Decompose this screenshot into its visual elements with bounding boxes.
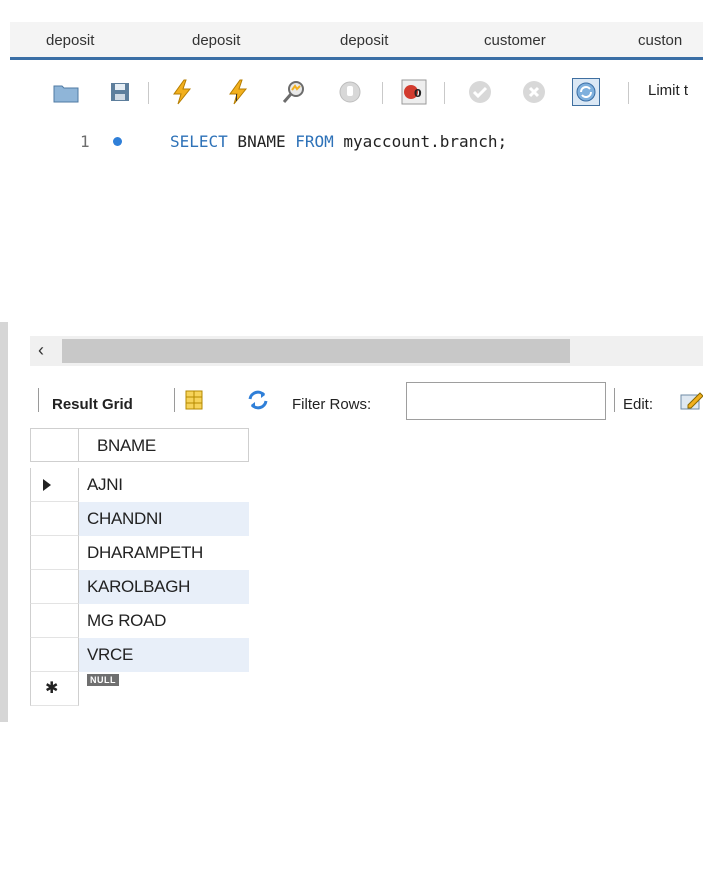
row-indicator[interactable]: [30, 502, 79, 536]
autocommit-icon[interactable]: [572, 78, 600, 106]
statement-marker-icon: [113, 137, 122, 146]
table-cell[interactable]: AJNI: [79, 468, 249, 502]
sql-toolbar: I 0 Limit t: [10, 62, 703, 120]
filter-rows-input[interactable]: [406, 382, 606, 420]
tab-deposit-1[interactable]: deposit: [46, 32, 94, 49]
edit-label: Edit:: [623, 396, 654, 413]
row-indicator[interactable]: [30, 638, 79, 672]
table-row[interactable]: VRCE: [30, 638, 250, 672]
toolbar-separator: [38, 388, 39, 412]
table-cell[interactable]: VRCE: [79, 638, 249, 672]
line-number: 1: [80, 132, 90, 151]
table-cell[interactable]: CHANDNI: [79, 502, 249, 536]
row-indicator[interactable]: [30, 604, 79, 638]
tab-deposit-2[interactable]: deposit: [192, 32, 240, 49]
filter-rows-label: Filter Rows:: [292, 396, 372, 413]
scroll-left-icon[interactable]: ‹: [38, 340, 44, 361]
execute-current-icon[interactable]: I: [224, 78, 252, 106]
null-badge[interactable]: NULL: [87, 674, 119, 686]
toolbar-separator: [614, 388, 615, 412]
column-header-bname[interactable]: BNAME: [79, 428, 249, 462]
sql-table: myaccount.branch;: [333, 132, 508, 151]
svg-text:I: I: [235, 93, 238, 104]
sql-column: BNAME: [227, 132, 296, 151]
table-row[interactable]: DHARAMPETH: [30, 536, 250, 570]
left-panel-edge: [0, 322, 8, 722]
open-file-icon[interactable]: [52, 78, 80, 106]
tab-customer[interactable]: customer: [484, 32, 546, 49]
table-row[interactable]: AJNI: [30, 468, 250, 502]
result-toolbar: Result Grid Filter Rows: Edit:: [30, 376, 703, 426]
table-row[interactable]: MG ROAD: [30, 604, 250, 638]
table-row[interactable]: CHANDNI: [30, 502, 250, 536]
sql-keyword-select: SELECT: [170, 132, 228, 151]
toolbar-separator: [382, 82, 383, 104]
toolbar-separator: [148, 82, 149, 104]
table-cell[interactable]: KAROLBAGH: [79, 570, 249, 604]
toggle-error-icon[interactable]: 0: [400, 78, 428, 106]
table-cell[interactable]: MG ROAD: [79, 604, 249, 638]
toolbar-separator: [628, 82, 629, 104]
row-indicator[interactable]: [30, 468, 79, 502]
table-cell[interactable]: DHARAMPETH: [79, 536, 249, 570]
tab-deposit-3[interactable]: deposit: [340, 32, 388, 49]
tab-customer-2[interactable]: custon: [638, 32, 682, 49]
tab-strip: deposit deposit deposit customer custon: [10, 22, 703, 60]
toolbar-separator: [444, 82, 445, 104]
rollback-icon[interactable]: [520, 78, 548, 106]
explain-icon[interactable]: [280, 78, 308, 106]
form-editor-icon[interactable]: [180, 386, 208, 414]
current-row-pointer-icon: [43, 479, 51, 491]
new-row[interactable]: ✱ NULL: [30, 672, 250, 706]
edit-row-icon[interactable]: [678, 386, 703, 414]
row-indicator-header: [30, 428, 79, 462]
sql-statement[interactable]: SELECT BNAME FROM myaccount.branch;: [170, 132, 507, 151]
sql-editor[interactable]: 1 SELECT BNAME FROM myaccount.branch;: [10, 120, 703, 332]
row-indicator[interactable]: [30, 570, 79, 604]
horizontal-scrollbar[interactable]: ‹: [30, 336, 703, 366]
result-grid-label[interactable]: Result Grid: [52, 396, 133, 413]
refresh-icon[interactable]: [244, 386, 272, 414]
stop-icon[interactable]: [336, 78, 364, 106]
save-icon[interactable]: [106, 78, 134, 106]
toolbar-separator: [174, 388, 175, 412]
new-row-star-icon: ✱: [45, 680, 59, 697]
grid-header-row: BNAME: [30, 428, 250, 462]
svg-text:0: 0: [414, 87, 422, 100]
execute-icon[interactable]: [168, 78, 196, 106]
table-row[interactable]: KAROLBAGH: [30, 570, 250, 604]
limit-rows-select[interactable]: Limit t: [648, 82, 688, 99]
row-indicator[interactable]: [30, 536, 79, 570]
commit-icon[interactable]: [466, 78, 494, 106]
row-indicator[interactable]: ✱: [30, 672, 79, 706]
sql-keyword-from: FROM: [295, 132, 334, 151]
scrollbar-thumb[interactable]: [62, 339, 570, 363]
